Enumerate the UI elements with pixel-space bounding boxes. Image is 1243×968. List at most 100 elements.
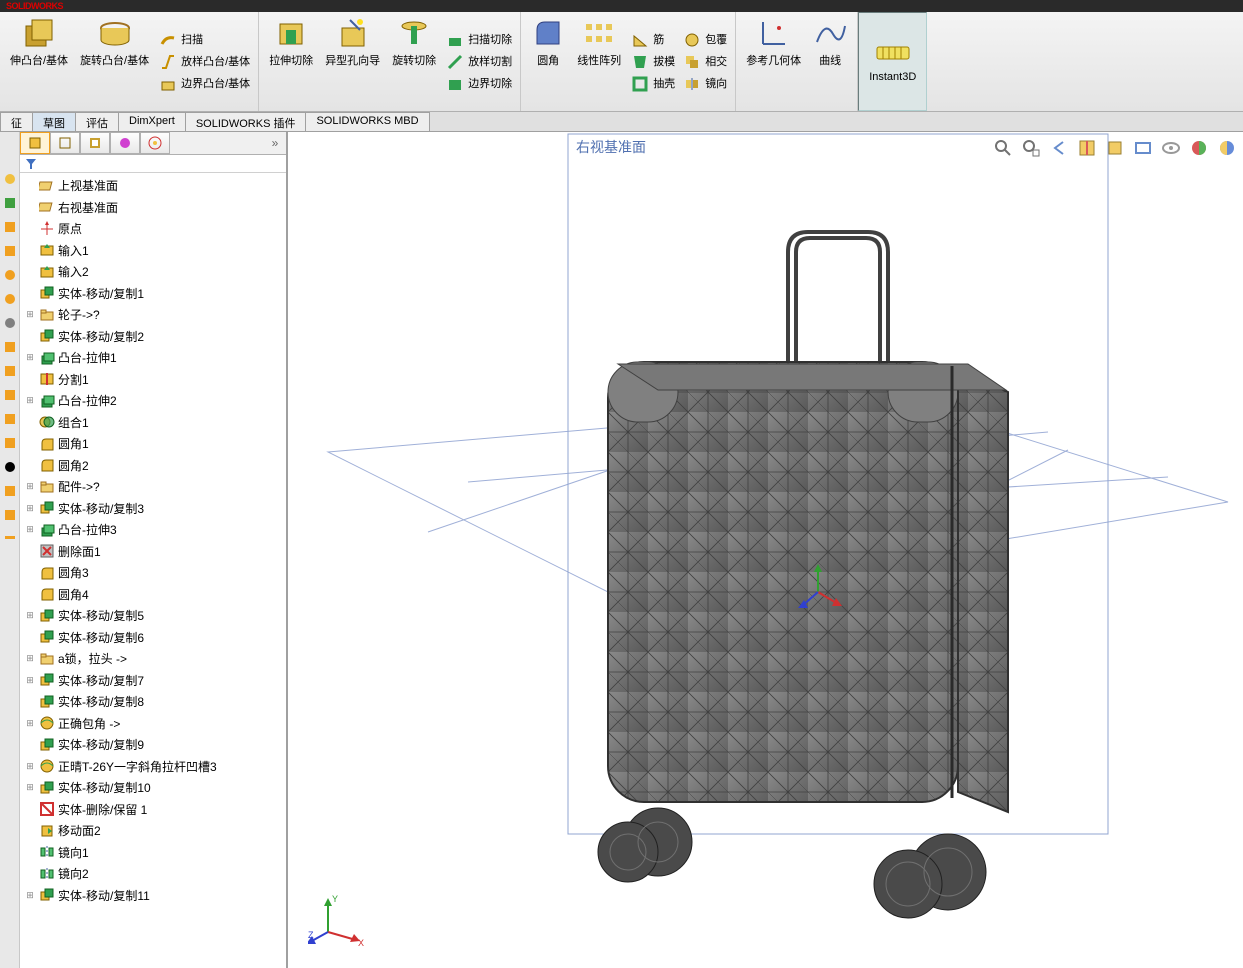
tree-item[interactable]: 原点 [20, 218, 286, 240]
tree-item[interactable]: ⊞实体-移动/复制3 [20, 498, 286, 520]
tree-item[interactable]: ⊞正确包角 -> [20, 713, 286, 735]
tree-item[interactable]: 删除面1 [20, 541, 286, 563]
tree-item[interactable]: 右视基准面 [20, 197, 286, 219]
strip-icon[interactable] [3, 484, 17, 498]
tree-item[interactable]: 圆角1 [20, 433, 286, 455]
tree-item[interactable]: 上视基准面 [20, 175, 286, 197]
zoom-fit-icon[interactable] [993, 138, 1013, 158]
tree-item[interactable]: 组合1 [20, 412, 286, 434]
draft-button[interactable]: 拔模 [627, 51, 679, 73]
strip-icon[interactable] [3, 460, 17, 474]
fm-tab-featuretree[interactable] [20, 132, 50, 154]
fillet-button[interactable]: 圆角 [525, 14, 571, 109]
expand-toggle[interactable]: ⊞ [24, 782, 36, 793]
expand-toggle[interactable]: ⊞ [24, 481, 36, 492]
expand-toggle[interactable]: ⊞ [24, 352, 36, 363]
loft-button[interactable]: 放样凸台/基体 [155, 51, 254, 73]
tree-item[interactable]: ⊞a锁，拉头 -> [20, 648, 286, 670]
boundary-button[interactable]: 边界凸台/基体 [155, 73, 254, 95]
fm-tab-property[interactable] [50, 132, 80, 154]
curves-button[interactable]: 曲线 [807, 14, 853, 109]
apply-scene-icon[interactable] [1217, 138, 1237, 158]
linear-pattern-button[interactable]: 线性阵列 [571, 14, 627, 109]
tree-item[interactable]: 实体-移动/复制2 [20, 326, 286, 348]
tree-item[interactable]: 圆角4 [20, 584, 286, 606]
graphics-viewport[interactable]: 右视基准面 [288, 132, 1243, 968]
expand-toggle[interactable]: ⊞ [24, 675, 36, 686]
tab-features[interactable]: 征 [0, 112, 33, 131]
edit-appearance-icon[interactable] [1189, 138, 1209, 158]
section-view-icon[interactable] [1077, 138, 1097, 158]
boundary-cut-button[interactable]: 边界切除 [442, 73, 516, 95]
tree-item[interactable]: 镜向2 [20, 863, 286, 885]
strip-icon[interactable] [3, 412, 17, 426]
instant3d-button[interactable]: Instant3D [858, 12, 927, 111]
expand-toggle[interactable]: ⊞ [24, 718, 36, 729]
tree-item[interactable]: ⊞轮子->? [20, 304, 286, 326]
reference-geometry-button[interactable]: 参考几何体 [740, 14, 807, 109]
zoom-area-icon[interactable] [1021, 138, 1041, 158]
strip-icon[interactable] [3, 364, 17, 378]
extruded-boss-button[interactable]: 伸凸台/基体 [4, 14, 74, 109]
display-style-icon[interactable] [1133, 138, 1153, 158]
expand-toggle[interactable]: ⊞ [24, 309, 36, 320]
tab-addins[interactable]: SOLIDWORKS 插件 [185, 112, 307, 131]
expand-toggle[interactable]: ⊞ [24, 503, 36, 514]
strip-icon[interactable] [3, 196, 17, 210]
strip-icon[interactable] [3, 532, 17, 546]
sweep-button[interactable]: 扫描 [155, 29, 254, 51]
intersect-button[interactable]: 相交 [679, 51, 731, 73]
shell-button[interactable]: 抽壳 [627, 73, 679, 95]
swept-cut-button[interactable]: 扫描切除 [442, 29, 516, 51]
fm-expand-button[interactable]: » [264, 132, 286, 154]
tree-item[interactable]: 实体-移动/复制1 [20, 283, 286, 305]
hole-wizard-button[interactable]: 异型孔向导 [319, 14, 386, 109]
strip-icon[interactable] [3, 388, 17, 402]
strip-icon[interactable] [3, 436, 17, 450]
strip-icon[interactable] [3, 172, 17, 186]
rib-button[interactable]: 筋 [627, 29, 679, 51]
tree-item[interactable]: ⊞实体-移动/复制5 [20, 605, 286, 627]
tree-item[interactable]: ⊞凸台-拉伸1 [20, 347, 286, 369]
strip-icon[interactable] [3, 316, 17, 330]
tree-item[interactable]: 移动面2 [20, 820, 286, 842]
feature-tree[interactable]: 上视基准面右视基准面原点输入1输入2实体-移动/复制1⊞轮子->?实体-移动/复… [20, 173, 286, 968]
hide-show-icon[interactable] [1161, 138, 1181, 158]
orientation-triad[interactable]: Y X Z [308, 888, 368, 948]
fm-tab-display[interactable] [140, 132, 170, 154]
expand-toggle[interactable]: ⊞ [24, 610, 36, 621]
strip-icon[interactable] [3, 340, 17, 354]
wrap-button[interactable]: 包覆 [679, 29, 731, 51]
tree-item[interactable]: ⊞实体-移动/复制7 [20, 670, 286, 692]
tab-mbd[interactable]: SOLIDWORKS MBD [305, 112, 429, 131]
fm-tab-dimxpert[interactable] [110, 132, 140, 154]
tree-item[interactable]: 输入1 [20, 240, 286, 262]
tree-item[interactable]: 实体-移动/复制9 [20, 734, 286, 756]
tab-dimxpert[interactable]: DimXpert [118, 112, 186, 131]
expand-toggle[interactable]: ⊞ [24, 761, 36, 772]
revolved-cut-button[interactable]: 旋转切除 [386, 14, 442, 109]
tab-evaluate[interactable]: 评估 [75, 112, 119, 131]
tree-item[interactable]: ⊞配件->? [20, 476, 286, 498]
tree-item[interactable]: ⊞实体-移动/复制11 [20, 885, 286, 907]
tree-item[interactable]: 实体-删除/保留 1 [20, 799, 286, 821]
expand-toggle[interactable]: ⊞ [24, 890, 36, 901]
extruded-cut-button[interactable]: 拉伸切除 [263, 14, 319, 109]
mirror-button[interactable]: 镜向 [679, 73, 731, 95]
tree-item[interactable]: 实体-移动/复制8 [20, 691, 286, 713]
strip-icon[interactable] [3, 292, 17, 306]
tree-item[interactable]: 圆角3 [20, 562, 286, 584]
strip-icon[interactable] [3, 244, 17, 258]
expand-toggle[interactable]: ⊞ [24, 653, 36, 664]
tree-item[interactable]: 输入2 [20, 261, 286, 283]
view-orientation-icon[interactable] [1105, 138, 1125, 158]
strip-icon[interactable] [3, 268, 17, 282]
fm-filter-bar[interactable] [20, 155, 286, 173]
tree-item[interactable]: 分割1 [20, 369, 286, 391]
tree-item[interactable]: ⊞凸台-拉伸2 [20, 390, 286, 412]
tree-item[interactable]: ⊞凸台-拉伸3 [20, 519, 286, 541]
tree-item[interactable]: ⊞正晴T-26Y一字斜角拉杆凹槽3 [20, 756, 286, 778]
tree-item[interactable]: 实体-移动/复制6 [20, 627, 286, 649]
previous-view-icon[interactable] [1049, 138, 1069, 158]
tab-sketch[interactable]: 草图 [32, 112, 76, 131]
